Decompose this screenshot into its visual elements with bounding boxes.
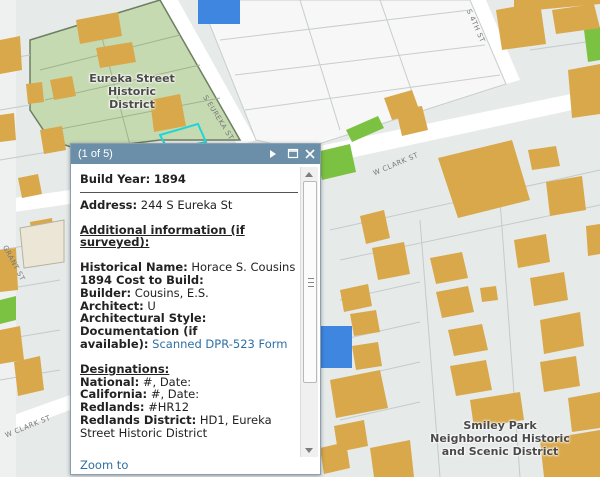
building	[480, 286, 498, 302]
eureka-district-label: Eureka Street Historic District	[84, 72, 180, 111]
redlands-district-row: Redlands District: HD1, Eureka	[80, 414, 298, 427]
popup-divider	[80, 191, 298, 193]
redlands-district-label: Redlands District:	[80, 412, 197, 427]
building	[350, 310, 380, 336]
building	[50, 76, 76, 100]
builder-value: Cousins, E.S.	[134, 285, 209, 300]
additional-info-heading-line2: surveyed):	[80, 235, 150, 250]
redlands-district-value-line1: HD1, Eureka	[199, 412, 272, 427]
close-popup-button[interactable]	[303, 146, 317, 162]
building	[372, 242, 410, 280]
smiley-district-label-line3: and Scenic District	[441, 445, 559, 458]
historical-name-value: Horace S. Cousins	[191, 260, 296, 275]
eureka-district-label-line2: Historic	[107, 85, 157, 98]
feature-popup[interactable]: (1 of 5) Build Year: 1894 Address: 244 S…	[70, 143, 321, 475]
maximize-icon	[287, 148, 299, 159]
building	[514, 234, 550, 268]
popup-content: Build Year: 1894 Address: 244 S Eureka S…	[80, 173, 298, 440]
building	[0, 326, 24, 364]
building	[26, 82, 44, 104]
building	[586, 224, 600, 256]
zoom-to-link[interactable]: Zoom to	[80, 458, 128, 472]
scroll-down-arrow-icon[interactable]	[305, 448, 313, 453]
pool-top	[198, 0, 240, 24]
scrollbar-thumb[interactable]	[303, 181, 317, 383]
building	[40, 126, 66, 154]
redlands-district-value-line2: Street Historic District	[80, 425, 208, 440]
building	[18, 174, 42, 198]
green-area-3	[0, 296, 16, 324]
address-value: 244 S Eureka St	[140, 197, 233, 212]
dpr-523-form-link[interactable]: Scanned DPR-523 Form	[152, 337, 287, 351]
maximize-button[interactable]	[286, 146, 300, 162]
build-year-value: 1894	[153, 172, 186, 186]
building	[0, 113, 16, 142]
smiley-park-district-label: Smiley Park Neighborhood Historic and Sc…	[425, 419, 575, 458]
building	[528, 146, 560, 170]
documentation-row: available): Scanned DPR-523 Form	[80, 338, 298, 351]
scroll-up-arrow-icon[interactable]	[305, 172, 313, 177]
building	[568, 64, 600, 118]
building	[546, 176, 586, 216]
building	[530, 272, 568, 306]
building	[352, 342, 382, 370]
grip-icon	[308, 278, 314, 287]
popup-feature-count: (1 of 5)	[78, 148, 113, 160]
pool-mid	[318, 326, 352, 368]
lot-tan	[19, 219, 65, 269]
popup-header: (1 of 5)	[71, 144, 320, 164]
building	[450, 360, 492, 396]
eureka-district-label-line3: District	[109, 98, 155, 111]
smiley-district-label-line2: Neighborhood Historic	[430, 432, 570, 445]
eureka-district-label-line1: Eureka Street	[89, 72, 175, 85]
close-icon	[305, 149, 315, 159]
popup-scrollbar[interactable]	[300, 167, 318, 457]
build-year-row: Build Year: 1894	[80, 173, 298, 186]
build-year-label: Build Year:	[80, 172, 151, 186]
smiley-district-label-line1: Smiley Park	[463, 419, 537, 432]
next-feature-button[interactable]	[266, 146, 280, 162]
documentation-label-line2: available):	[80, 336, 149, 351]
building	[14, 356, 44, 396]
building	[540, 356, 580, 392]
play-next-icon	[270, 150, 276, 158]
address-label: Address:	[80, 197, 138, 212]
address-row: Address: 244 S Eureka St	[80, 197, 298, 212]
building	[0, 36, 22, 74]
